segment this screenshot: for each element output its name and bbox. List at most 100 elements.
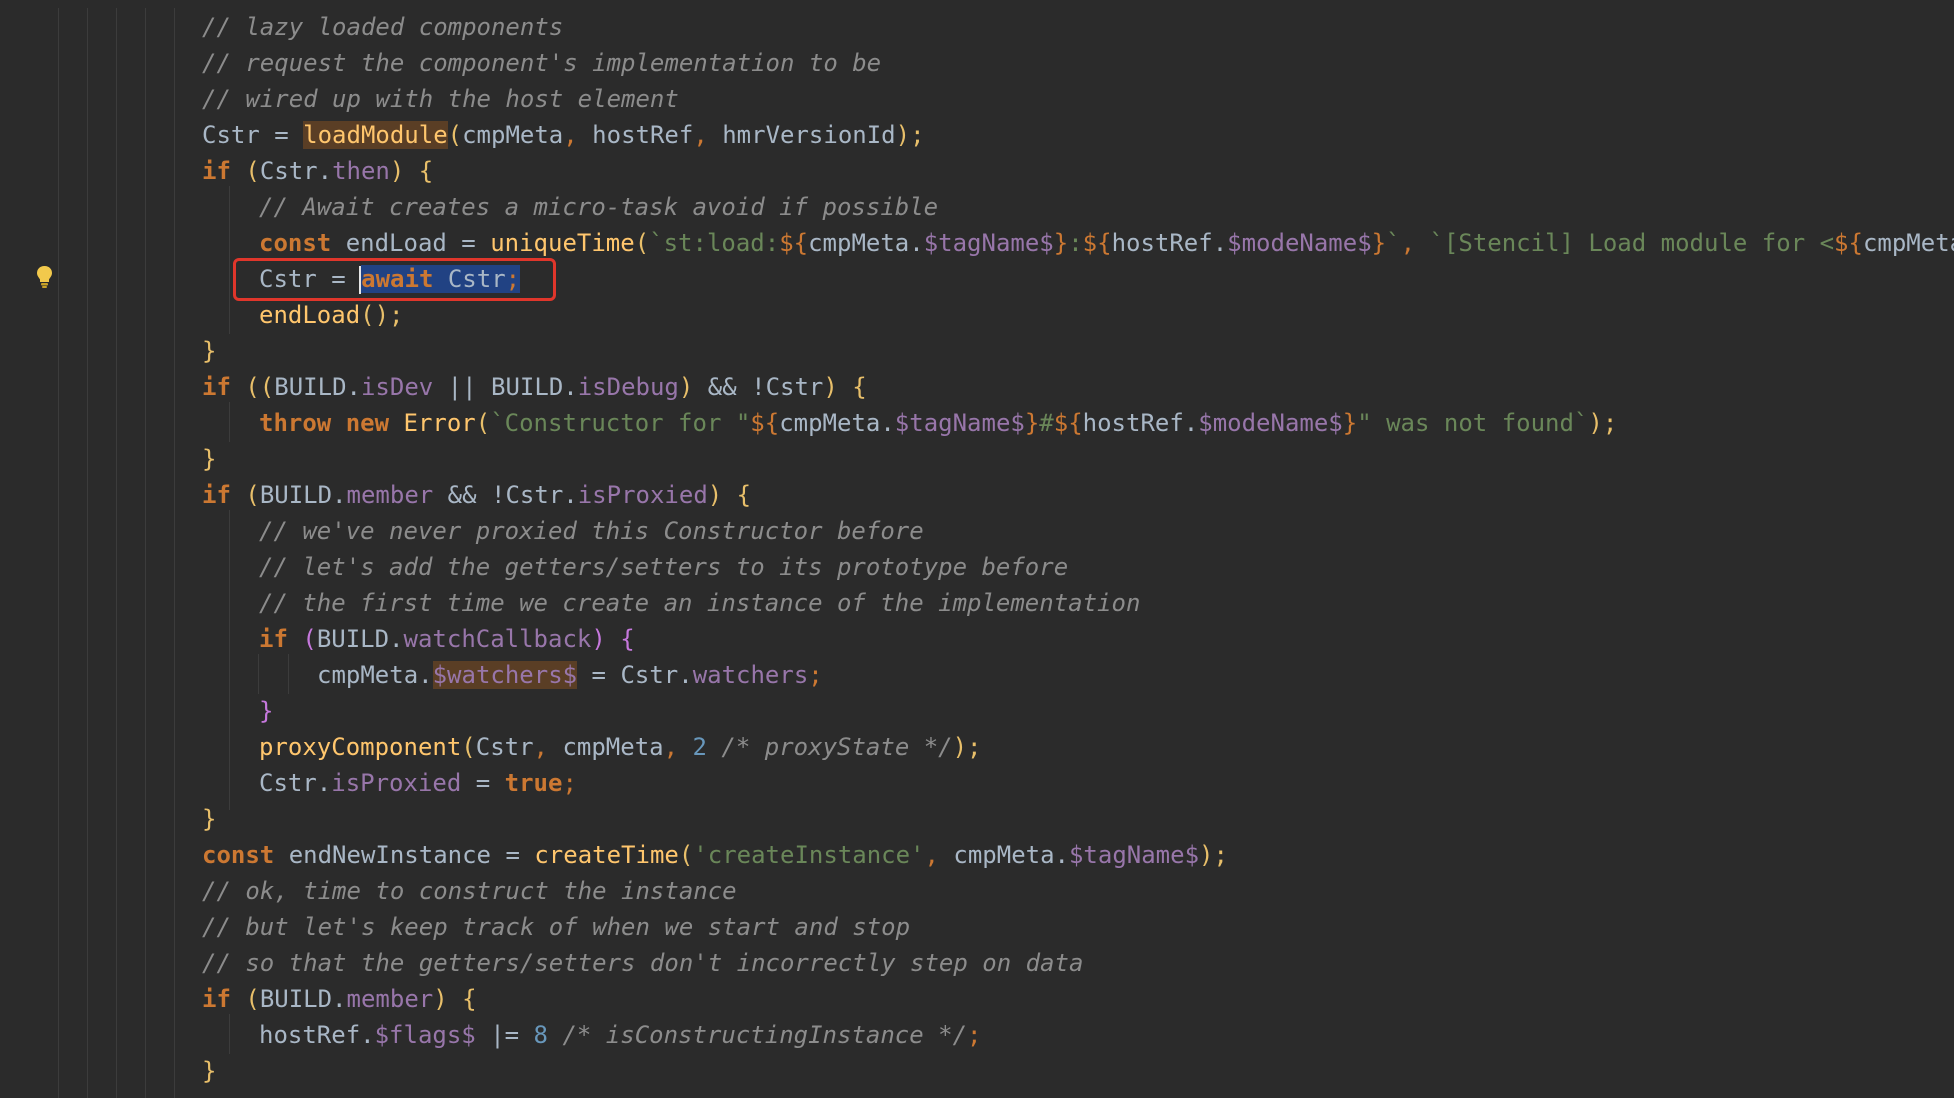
code-token: // let's add the getters/setters to its … [259,553,1069,581]
code-token: BUILD. [491,373,578,401]
code-token: Error [403,409,476,437]
code-token: } [1371,229,1387,257]
code-token: ); [1199,841,1228,869]
code-token: $tagName$ [894,409,1025,437]
code-token: } [202,337,217,365]
code-line[interactable]: Cstr = loadModule(cmpMeta, hostRef, hmrV… [0,117,1954,153]
code-token: isDebug [577,373,679,401]
code-token: throw [259,409,346,437]
code-token: isDev [360,373,434,401]
code-token: watchCallback [403,625,592,653]
code-token: cmpMeta. [317,661,433,689]
code-token: ( [634,229,650,257]
code-line[interactable]: // let's add the getters/setters to its … [0,549,1954,585]
code-token: ( [245,985,260,1013]
code-token: } [1053,229,1069,257]
code-line[interactable]: if ((BUILD.isDev || BUILD.isDebug) && !C… [0,369,1954,405]
code-line[interactable]: } [0,333,1954,369]
code-token: member [346,985,434,1013]
code-line[interactable]: } [0,693,1954,729]
code-line[interactable]: // but let's keep track of when we start… [0,909,1954,945]
code-token: true [504,769,563,797]
code-token: // but let's keep track of when we start… [202,913,911,941]
code-line[interactable]: // lazy loaded components [0,9,1954,45]
code-line[interactable]: } [0,441,1954,477]
code-token: Cstr. [259,157,333,185]
code-token: |= [475,1021,534,1049]
code-token: ` [1386,229,1401,257]
code-token: } [259,697,274,725]
code-line[interactable]: proxyComponent(Cstr, cmpMeta, 2 /* proxy… [0,729,1954,765]
code-token: Cstr = [202,121,304,149]
code-token: } [1342,409,1358,437]
code-token: endLoad = [345,229,491,257]
code-token: // so that the getters/setters don't inc… [202,949,1084,977]
code-token: endNewInstance = [288,841,535,869]
code-line[interactable]: throw new Error(`Constructor for "${cmpM… [0,405,1954,441]
clipped-top-line [0,0,1954,8]
code-token: ); [952,733,982,761]
code-token: ${ [750,409,780,437]
code-token: BUILD. [316,625,404,653]
code-token: $tagName$ [923,229,1054,257]
code-line[interactable]: } [0,1053,1954,1089]
code-line[interactable]: // wired up with the host element [0,81,1954,117]
code-token: $modeName$ [1198,409,1343,437]
code-token: hostRef. [259,1021,375,1049]
code-token: ( [302,625,317,653]
code-line[interactable]: cmpMeta.$watchers$ = Cstr.watchers; [0,657,1954,693]
code-token: Cstr [475,733,534,761]
code-editor[interactable]: // lazy loaded components // request the … [0,0,1954,1098]
code-token: cmpMeta. [779,409,895,437]
code-token: $flags$ [374,1021,476,1049]
code-token: 'createInstance' [693,841,925,869]
code-token: isProxied [331,769,462,797]
code-token: , [1400,229,1430,257]
code-line[interactable]: // request the component's implementatio… [0,45,1954,81]
code-token: ) { [433,985,477,1013]
code-line[interactable]: endLoad(); [0,297,1954,333]
code-line[interactable]: Cstr.isProxied = true; [0,765,1954,801]
code-token: : [1068,229,1083,257]
code-token: // lazy loaded components [202,13,564,41]
code-line[interactable]: const endLoad = uniqueTime(`st:load:${cm… [0,225,1954,261]
code-line[interactable]: // the first time we create an instance … [0,585,1954,621]
code-token: BUILD. [259,481,347,509]
code-token: cmpMeta [462,121,564,149]
code-line[interactable]: // Await creates a micro-task avoid if p… [0,189,1954,225]
code-line[interactable]: // we've never proxied this Constructor … [0,513,1954,549]
code-line[interactable]: // so that the getters/setters don't inc… [0,945,1954,981]
code-token: if [259,625,303,653]
code-token: cmpMeta. [808,229,924,257]
code-line[interactable]: } [0,801,1954,837]
code-line[interactable]: hostRef.$flags$ |= 8 /* isConstructingIn… [0,1017,1954,1053]
code-token: then [332,157,390,185]
code-line[interactable]: const endNewInstance = createTime('creat… [0,837,1954,873]
code-token: createTime [534,841,679,869]
code-area[interactable]: // lazy loaded components // request the … [0,0,1954,1098]
code-token: " was not found` [1357,409,1589,437]
code-token: , [533,733,563,761]
code-token: /* isConstructingInstance */ [562,1021,968,1049]
code-line[interactable]: if (BUILD.member && !Cstr.isProxied) { [0,477,1954,513]
code-token: = [461,769,505,797]
code-token: if [202,373,246,401]
code-line[interactable]: if (BUILD.member) { [0,981,1954,1017]
code-token: member [346,481,434,509]
code-token: endLoad [259,301,361,329]
code-token: hostRef. [1111,229,1228,257]
code-token: // Await creates a micro-task avoid if p… [259,193,939,221]
code-token: ${ [1082,229,1112,257]
code-token: hmrVersionId [722,121,896,149]
code-token: , [693,121,723,149]
code-token: ) { [389,157,434,185]
code-token: ) [678,373,694,401]
code-line[interactable]: if (BUILD.watchCallback) { [0,621,1954,657]
code-token: `Constructor for " [490,409,751,437]
code-line[interactable]: if (Cstr.then) { [0,153,1954,189]
code-line[interactable]: // ok, time to construct the instance [0,873,1954,909]
code-token: ; [808,661,823,689]
code-token: ${ [779,229,809,257]
code-token: } [202,805,217,833]
code-token: BUILD. [259,985,347,1013]
